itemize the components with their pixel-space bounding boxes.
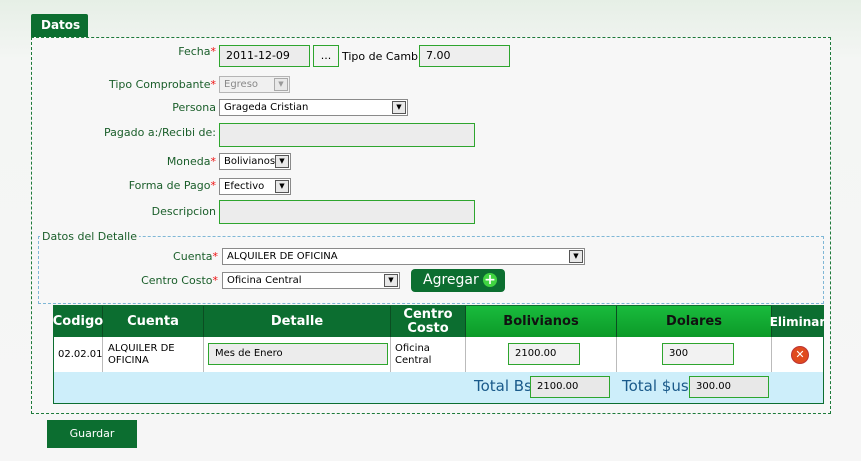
required-mark: * (210, 45, 217, 58)
tipo-comprobante-value: Egreso (224, 79, 259, 90)
bolivianos-input[interactable]: 2100.00 (508, 343, 580, 365)
required-mark: * (210, 78, 217, 91)
table-row-cuenta: ALQUILER DE OFICINA (103, 337, 204, 372)
col-header-cuenta: Cuenta (103, 306, 204, 337)
moneda-label: Moneda* (120, 155, 216, 168)
agregar-button[interactable]: Agregar + (411, 269, 505, 292)
cuenta-value: ALQUILER DE OFICINA (227, 251, 338, 262)
pagado-label: Pagado a:/Recibi de: (104, 126, 216, 139)
forma-pago-label-text: Forma de Pago (128, 179, 211, 192)
total-us-label: Total $us (622, 377, 689, 395)
required-mark: * (210, 179, 217, 192)
date-picker-button[interactable]: ... (313, 45, 339, 67)
centro-costo-value: Oficina Central (227, 275, 302, 286)
col-header-codigo: Codigo (53, 306, 103, 337)
moneda-value: Bolivianos (224, 156, 276, 167)
cuenta-label: Cuenta* (120, 250, 218, 263)
forma-pago-value: Efectivo (224, 181, 265, 192)
col-header-bolivianos: Bolivianos (466, 306, 617, 337)
plus-icon: + (483, 272, 497, 288)
total-bs-input: 2100.00 (530, 376, 610, 398)
detalle-input[interactable]: Mes de Enero (208, 343, 388, 365)
cuenta-label-text: Cuenta (173, 250, 213, 263)
moneda-select[interactable]: Bolivianos ▼ (219, 153, 291, 170)
col-header-detalle: Detalle (204, 306, 391, 337)
chevron-down-icon: ▼ (275, 180, 289, 193)
tipo-cambio-input[interactable]: 7.00 (419, 45, 510, 67)
detalle-legend: Datos del Detalle (40, 230, 139, 243)
agregar-label: Agregar (423, 272, 479, 288)
centro-costo-label-text: Centro Costo (141, 274, 213, 287)
tipo-comprobante-label-text: Tipo Comprobante (108, 78, 211, 91)
tipo-comprobante-label: Tipo Comprobante* (100, 78, 216, 91)
required-mark: * (212, 274, 219, 287)
total-us-input: 300.00 (689, 376, 769, 398)
chevron-down-icon: ▼ (569, 250, 583, 263)
moneda-label-text: Moneda (166, 155, 211, 168)
chevron-down-icon: ▼ (384, 274, 398, 287)
chevron-down-icon: ▼ (275, 155, 289, 168)
persona-label: Persona (172, 101, 216, 114)
col-header-centro-costo: Centro Costo (391, 306, 466, 337)
col-header-eliminar: Eliminar (770, 306, 825, 337)
col-header-dolares: Dolares (617, 306, 772, 337)
fecha-input[interactable]: 2011-12-09 (219, 45, 310, 67)
forma-pago-label: Forma de Pago* (110, 179, 216, 192)
dolares-input[interactable]: 300 (662, 343, 734, 365)
required-mark: * (210, 155, 217, 168)
chevron-down-icon: ▼ (274, 78, 288, 91)
fecha-label-text: Fecha (178, 45, 211, 58)
required-mark: * (212, 250, 219, 263)
total-bs-label: Total Bs (474, 377, 532, 395)
descripcion-input[interactable] (219, 200, 475, 224)
guardar-button[interactable]: Guardar (47, 420, 137, 448)
cuenta-select[interactable]: ALQUILER DE OFICINA ▼ (222, 248, 585, 265)
descripcion-label: Descripcion (151, 205, 216, 218)
fecha-label: Fecha* (120, 45, 216, 58)
table-row-codigo: 02.02.01 (54, 337, 103, 372)
table-row-centro-costo: Oficina Central (391, 337, 466, 372)
tab-datos[interactable]: Datos (31, 14, 88, 37)
tipo-cambio-label: Tipo de Cambio (342, 50, 428, 63)
persona-value: Grageda Cristian (224, 102, 309, 113)
centro-costo-select[interactable]: Oficina Central ▼ (222, 272, 400, 289)
centro-costo-label: Centro Costo* (120, 274, 218, 287)
chevron-down-icon: ▼ (392, 101, 406, 114)
delete-icon[interactable]: ✕ (792, 347, 808, 363)
pagado-input[interactable] (219, 123, 475, 147)
forma-pago-select[interactable]: Efectivo ▼ (219, 178, 291, 195)
tipo-comprobante-select[interactable]: Egreso ▼ (219, 76, 290, 93)
persona-select[interactable]: Grageda Cristian ▼ (219, 99, 408, 116)
